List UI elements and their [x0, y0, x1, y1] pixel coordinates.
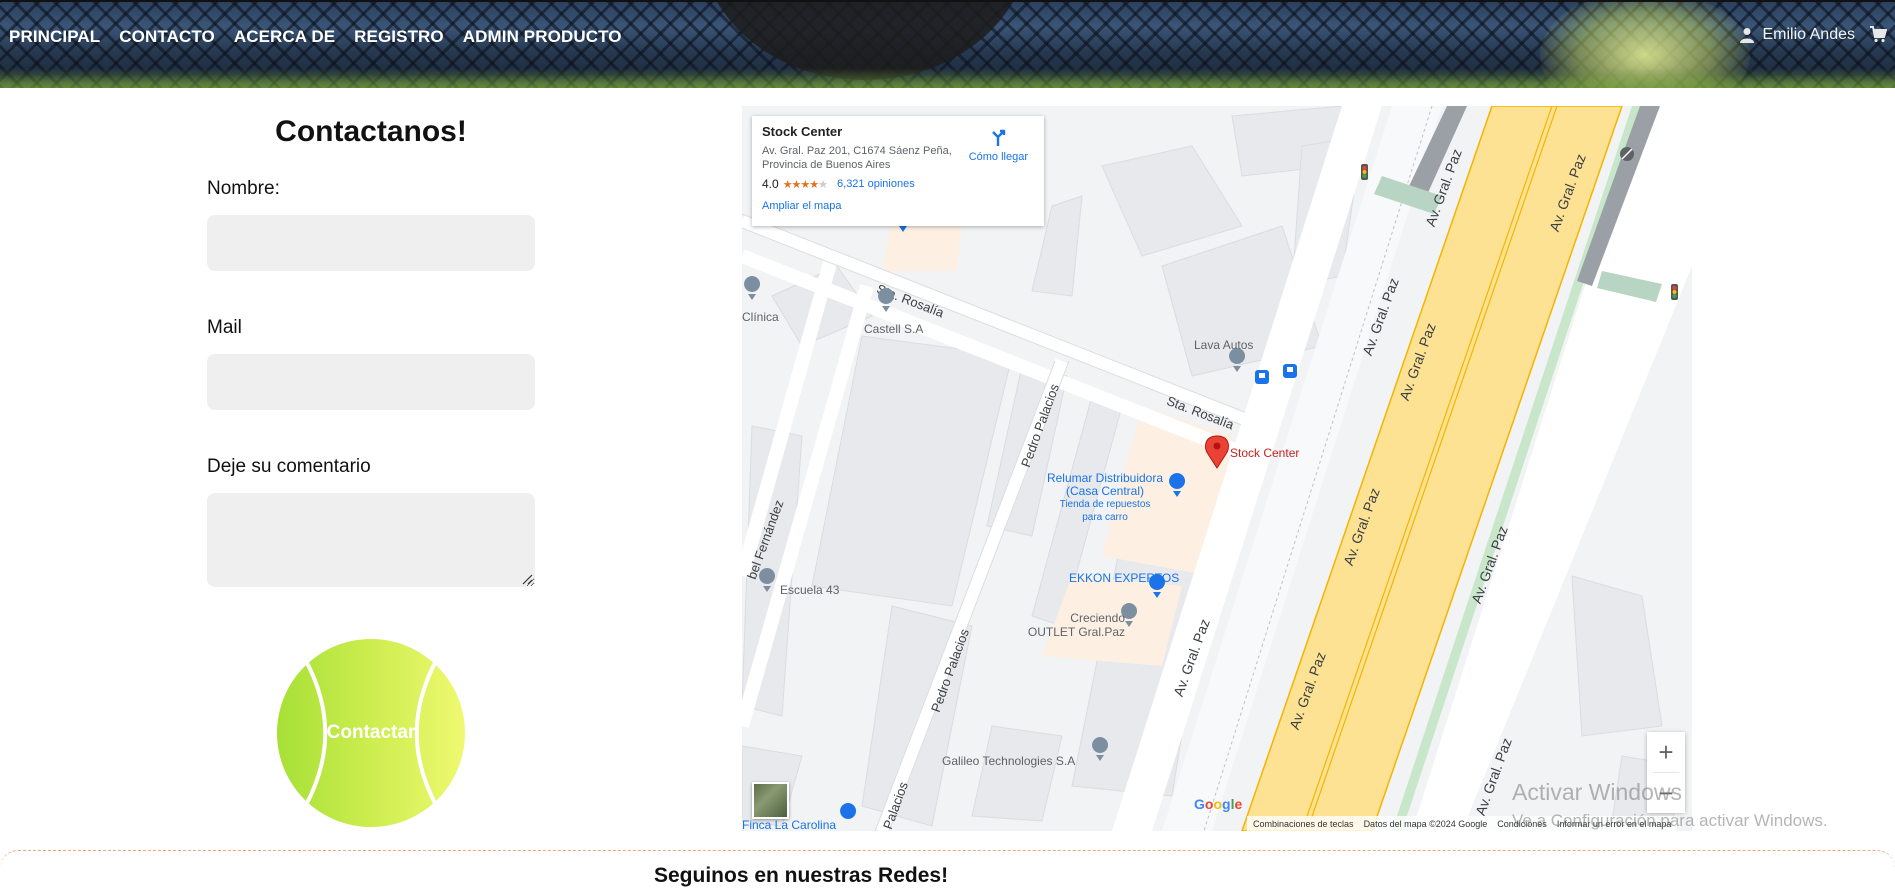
poi-carolina[interactable]: Finca La Carolina [742, 818, 836, 831]
poi-ekkon[interactable]: EKKON EXPERTOS [1069, 571, 1179, 585]
user-menu[interactable]: Emilio Andes [1739, 26, 1856, 44]
keyboard-shortcuts-link[interactable]: Combinaciones de teclas [1253, 819, 1354, 829]
place-reviews-link[interactable]: 6,321 opiniones [837, 178, 915, 190]
map-data-text: Datos del mapa ©2024 Google [1363, 818, 1488, 829]
directions-label: Cómo llegar [968, 151, 1028, 163]
nav-registro[interactable]: REGISTRO [354, 27, 444, 47]
rating-stars-icon: ★★★★★ [782, 178, 828, 191]
poi-creciendo[interactable]: Creciendo OUTLET Gral.Paz [1007, 611, 1125, 639]
poi-relumar-type: Tienda de repuestos [1059, 499, 1151, 510]
poi-creciendo-1: Creciendo [1070, 611, 1125, 625]
directions-icon [992, 129, 1006, 146]
nav-admin-producto[interactable]: ADMIN PRODUCTO [463, 27, 622, 47]
poi-lava-autos[interactable]: Lava Autos [1194, 338, 1253, 352]
place-info-card: Stock Center Av. Gral. Paz 201, C1674 Sá… [752, 116, 1044, 226]
nav-acerca-de[interactable]: ACERCA DE [234, 27, 335, 47]
social-title: Seguinos en nuestras Redes! [654, 864, 949, 887]
satellite-toggle[interactable] [752, 782, 789, 819]
header-banner: PRINCIPAL CONTACTO ACERCA DE REGISTRO AD… [0, 0, 1895, 88]
place-address: Av. Gral. Paz 201, C1674 Sáenz Peña, Pro… [762, 145, 952, 171]
poi-escuela[interactable]: Escuela 43 [780, 583, 839, 597]
resize-grip-icon[interactable] [521, 573, 533, 585]
contact-button[interactable]: Contactar [277, 639, 465, 827]
zoom-in-button[interactable]: + [1647, 732, 1685, 772]
poi-creciendo-2: OUTLET Gral.Paz [1027, 625, 1125, 639]
contact-button-label: Contactar [326, 722, 416, 743]
windows-watermark-text: Ve a Configuración para activar Windows. [1512, 811, 1828, 830]
comment-label: Deje su comentario [207, 456, 371, 477]
poi-galileo[interactable]: Galileo Technologies S.A [942, 754, 1075, 768]
name-input[interactable] [207, 215, 535, 271]
google-map[interactable]: Sta. Rosalía Sta. Rosalía Pedro Palacios… [742, 106, 1692, 831]
directions-button[interactable]: Cómo llegar [969, 128, 1028, 163]
poi-relumar-type2: para carro [1082, 512, 1128, 523]
place-rating: 4.0 [762, 177, 779, 191]
name-label: Nombre: [207, 178, 280, 199]
enlarge-map-link[interactable]: Ampliar el mapa [762, 200, 1034, 212]
comment-textarea[interactable] [207, 493, 535, 587]
user-name: Emilio Andes [1762, 26, 1856, 43]
mail-label: Mail [207, 317, 242, 338]
form-title: Contactanos! [275, 115, 467, 148]
nav-principal[interactable]: PRINCIPAL [9, 27, 100, 47]
place-rating-row: 4.0 ★★★★★ 6,321 opiniones [762, 177, 1034, 191]
nav-contacto[interactable]: CONTACTO [119, 27, 215, 47]
user-icon [1739, 28, 1754, 43]
mail-input[interactable] [207, 354, 535, 410]
google-logo: Google [1194, 796, 1243, 812]
top-border [0, 0, 1895, 2]
pin-label[interactable]: Stock Center [1230, 446, 1299, 460]
cart-button[interactable] [1869, 25, 1888, 48]
poi-relumar-sub: (Casa Central) [1065, 484, 1145, 498]
poi-relumar[interactable]: Relumar Distribuidora (Casa Central) Tie… [1030, 472, 1180, 524]
poi-clinica[interactable]: Clínica [742, 310, 779, 324]
windows-watermark-title: Activar Windows [1512, 779, 1682, 805]
poi-castell[interactable]: Castell S.A [864, 322, 923, 336]
grass-strip [0, 68, 1895, 88]
main-nav: PRINCIPAL CONTACTO ACERCA DE REGISTRO AD… [9, 27, 622, 47]
cart-icon [1870, 26, 1888, 43]
